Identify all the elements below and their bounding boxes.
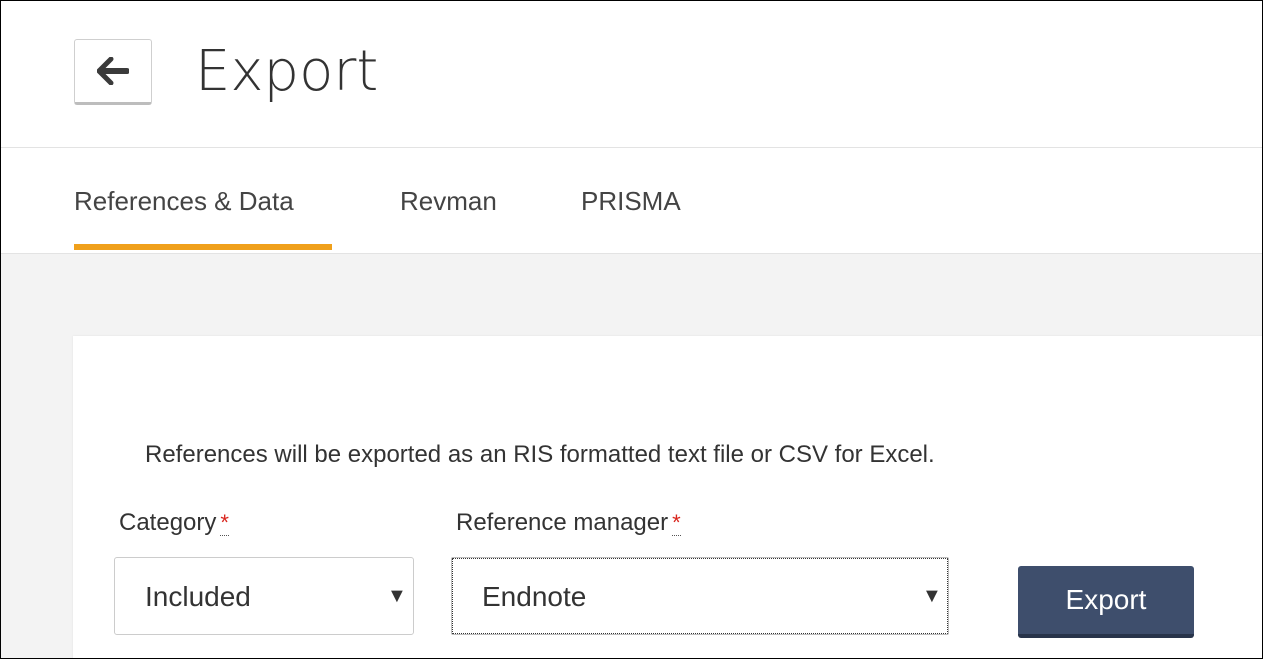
- content-area: References will be exported as an RIS fo…: [1, 254, 1262, 658]
- category-selected-value: Included: [145, 581, 251, 612]
- tab-revman[interactable]: Revman: [400, 186, 497, 216]
- reference-manager-label-text: Reference manager: [456, 509, 669, 536]
- active-tab-indicator: [74, 244, 332, 250]
- export-page: Export References & Data Revman PRISMA R…: [0, 0, 1263, 659]
- caret-down-icon: ▼: [387, 585, 407, 607]
- tab-references-data[interactable]: References & Data: [74, 186, 294, 216]
- page-header: Export: [1, 1, 1262, 147]
- reference-manager-selected-value: Endnote: [482, 581, 587, 612]
- reference-manager-label: Reference manager *: [456, 508, 681, 538]
- export-info-text: References will be exported as an RIS fo…: [145, 441, 935, 468]
- export-card: References will be exported as an RIS fo…: [73, 336, 1262, 658]
- export-button[interactable]: Export: [1018, 566, 1194, 638]
- page-title: Export: [195, 39, 379, 104]
- category-select[interactable]: Included ▼: [114, 557, 414, 635]
- tab-bar: References & Data Revman PRISMA: [1, 148, 1262, 254]
- reference-manager-select[interactable]: Endnote ▼: [451, 557, 949, 635]
- required-marker: *: [220, 510, 229, 536]
- tab-prisma[interactable]: PRISMA: [581, 186, 681, 216]
- caret-down-icon: ▼: [922, 585, 942, 607]
- arrow-left-icon: [97, 57, 129, 85]
- category-label-text: Category: [119, 509, 217, 536]
- required-marker: *: [672, 510, 681, 536]
- category-label: Category *: [119, 508, 229, 538]
- back-button[interactable]: [74, 39, 152, 105]
